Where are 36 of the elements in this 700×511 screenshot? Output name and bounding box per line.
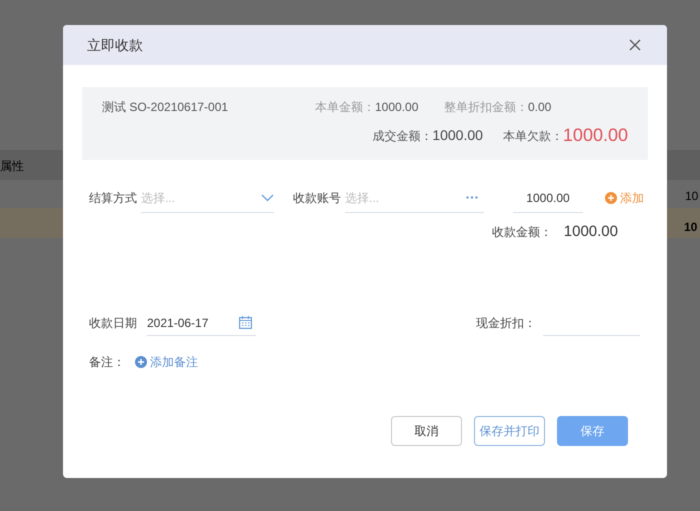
deal-label: 成交金额： (372, 128, 432, 144)
more-icon (466, 196, 478, 199)
save-print-button[interactable]: 保存并打印 (474, 416, 545, 446)
date-label: 收款日期 (89, 315, 137, 332)
remark-label: 备注： (89, 354, 125, 371)
settlement-label: 结算方式 (89, 190, 137, 207)
chevron-down-icon (261, 194, 274, 202)
table-cell-text: 10 (685, 188, 698, 205)
amount-label: 本单金额： (315, 99, 375, 116)
column-header: 属性 (0, 158, 24, 175)
calendar-icon (239, 316, 252, 329)
received-label: 收款金额： (492, 224, 552, 241)
settlement-select[interactable]: 选择... (141, 183, 274, 213)
plus-circle-icon (135, 356, 147, 368)
account-select[interactable]: 选择... (345, 183, 484, 213)
table-cell-text: 10 (684, 219, 698, 236)
close-button[interactable] (627, 37, 643, 53)
add-button[interactable]: 添加 (605, 189, 644, 207)
add-remark-link[interactable]: 添加备注 (135, 353, 198, 371)
dialog-title: 立即收款 (87, 36, 143, 54)
owed-value: 1000.00 (562, 124, 628, 147)
received-value: 1000.00 (564, 222, 618, 242)
close-icon (629, 39, 641, 51)
plus-circle-icon (605, 192, 617, 204)
discount-label: 整单折扣金额： (444, 99, 528, 116)
save-button[interactable]: 保存 (557, 416, 628, 446)
discount-value: 0.00 (528, 99, 552, 116)
amount-field[interactable]: 1000.00 (513, 183, 583, 213)
cancel-button[interactable]: 取消 (391, 416, 462, 446)
owed-label: 本单欠款： (502, 128, 563, 144)
order-number: 测试 SO-20210617-001 (102, 99, 230, 116)
date-field[interactable]: 2021-06-17 (147, 310, 256, 336)
account-label: 收款账号 (293, 190, 341, 207)
cash-discount-label: 现金折扣： (476, 315, 536, 332)
amount-value: 1000.00 (375, 99, 420, 116)
deal-value: 1000.00 (432, 126, 483, 145)
